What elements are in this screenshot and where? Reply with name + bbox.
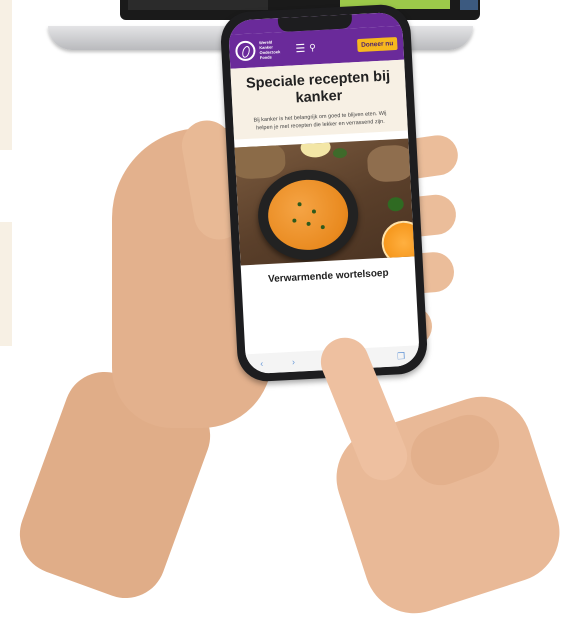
bread-slice (366, 144, 415, 183)
recipe-image[interactable] (234, 138, 415, 266)
tabs-icon[interactable]: ❐ (397, 350, 406, 361)
smartphone: Wereld Kanker Onderzoek Fonds ☰ ⚲ Doneer… (219, 3, 429, 383)
background-panel-middle (0, 222, 12, 346)
search-icon[interactable]: ⚲ (309, 42, 316, 53)
carrot-soup (266, 177, 350, 252)
soup-bowl (255, 167, 361, 263)
greens (387, 196, 405, 212)
background-panel-top (0, 0, 12, 150)
bread-slice (234, 141, 287, 180)
phone-screen: Wereld Kanker Onderzoek Fonds ☰ ⚲ Doneer… (227, 11, 421, 375)
page-title: Speciale recepten bij kanker (245, 68, 391, 107)
lemon-slice (300, 138, 332, 159)
hero-description: Bij kanker is het belangrijk om goed te … (253, 110, 387, 131)
hamburger-icon[interactable]: ☰ (295, 41, 305, 55)
donate-button[interactable]: Doneer nu (356, 36, 398, 52)
logo-icon[interactable] (234, 40, 256, 62)
logo-text[interactable]: Wereld Kanker Onderzoek Fonds (259, 39, 284, 61)
back-icon[interactable]: ‹ (260, 358, 264, 368)
herb-garnish (332, 147, 348, 159)
hero-section: Speciale recepten bij kanker Bij kanker … (230, 59, 408, 140)
forward-icon[interactable]: › (292, 357, 296, 367)
